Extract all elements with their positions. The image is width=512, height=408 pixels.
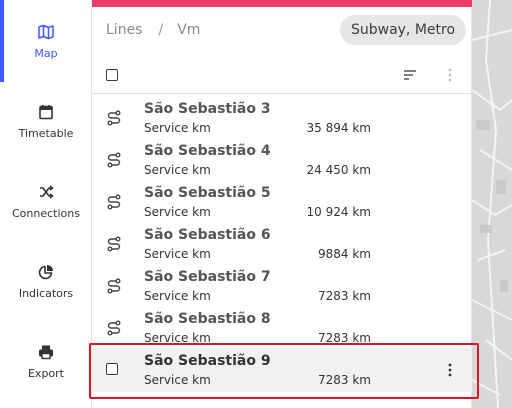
pie-chart-icon: [38, 264, 53, 279]
list-item[interactable]: São Sebastião 8 Service km 7283 km: [92, 306, 472, 348]
map-icon: [38, 24, 54, 39]
metric-label: Service km: [144, 331, 211, 345]
nav-item-indicators[interactable]: Indicators: [0, 241, 92, 321]
metric-label: Service km: [144, 205, 211, 219]
breadcrumb: Lines / Vm: [106, 20, 200, 40]
metric-label: Service km: [144, 163, 211, 177]
row-checkbox[interactable]: [106, 363, 118, 375]
metric-value: 7283 km: [318, 289, 371, 303]
nav-item-export[interactable]: Export: [0, 321, 92, 401]
metric-label: Service km: [144, 247, 211, 261]
calendar-icon: [39, 104, 53, 119]
metric-value: 7283 km: [318, 331, 371, 345]
nav-label-connections: Connections: [12, 206, 80, 220]
nav-label-map: Map: [34, 46, 58, 60]
line-route-icon: [107, 320, 121, 336]
list-item[interactable]: São Sebastião 4 Service km 24 450 km: [92, 138, 472, 180]
metric-label: Service km: [144, 289, 211, 303]
nav-label-export: Export: [27, 366, 64, 380]
more-vertical-icon[interactable]: [446, 362, 454, 378]
list-item-hovered[interactable]: São Sebastião 9 Service km 7283 km: [92, 348, 472, 392]
line-name: São Sebastião 9: [144, 353, 271, 369]
metric-value: 9884 km: [318, 247, 371, 261]
line-route-icon: [107, 236, 121, 252]
breadcrumb-separator: /: [158, 22, 164, 38]
nav-label-indicators: Indicators: [18, 286, 74, 300]
list-item[interactable]: São Sebastião 5 Service km 10 924 km: [92, 180, 472, 222]
panel-top-accent: [92, 0, 472, 7]
breadcrumb-current: Vm: [177, 22, 201, 38]
select-all-checkbox[interactable]: [106, 69, 118, 81]
list-item[interactable]: São Sebastião 3 Service km 35 894 km: [92, 96, 472, 138]
nav-item-timetable[interactable]: Timetable: [0, 81, 92, 161]
breadcrumb-lines[interactable]: Lines: [106, 22, 142, 38]
line-name: São Sebastião 3: [144, 101, 271, 117]
metric-label: Service km: [144, 373, 211, 387]
line-name: São Sebastião 7: [144, 269, 271, 285]
nav-label-timetable: Timetable: [18, 126, 74, 140]
line-route-icon: [107, 152, 121, 168]
nav-item-connections[interactable]: Connections: [0, 161, 92, 241]
transport-mode-chip[interactable]: Subway, Metro: [340, 15, 466, 45]
metric-value: 24 450 km: [306, 163, 371, 177]
metric-value: 7283 km: [318, 373, 371, 387]
list-item[interactable]: São Sebastião 6 Service km 9884 km: [92, 222, 472, 264]
list-item[interactable]: São Sebastião 7 Service km 7283 km: [92, 264, 472, 306]
metric-value: 35 894 km: [306, 121, 371, 135]
line-name: São Sebastião 5: [144, 185, 271, 201]
sort-icon[interactable]: [402, 67, 418, 83]
line-route-icon: [107, 278, 121, 294]
lines-panel: Lines / Vm Subway, Metro São Sebastião 3…: [92, 0, 472, 408]
line-route-icon: [107, 110, 121, 126]
line-name: São Sebastião 4: [144, 143, 271, 159]
line-name: São Sebastião 6: [144, 227, 271, 243]
line-route-icon: [107, 194, 121, 210]
metric-label: Service km: [144, 121, 211, 135]
printer-icon: [39, 345, 53, 359]
list-toolbar: [92, 56, 472, 94]
nav-item-map[interactable]: Map: [0, 1, 92, 81]
more-vertical-icon[interactable]: [446, 67, 454, 83]
shuffle-icon: [40, 184, 54, 199]
metric-value: 10 924 km: [306, 205, 371, 219]
line-name: São Sebastião 8: [144, 311, 271, 327]
side-navigation: Map Timetable Connections Indicators Exp…: [0, 0, 92, 408]
